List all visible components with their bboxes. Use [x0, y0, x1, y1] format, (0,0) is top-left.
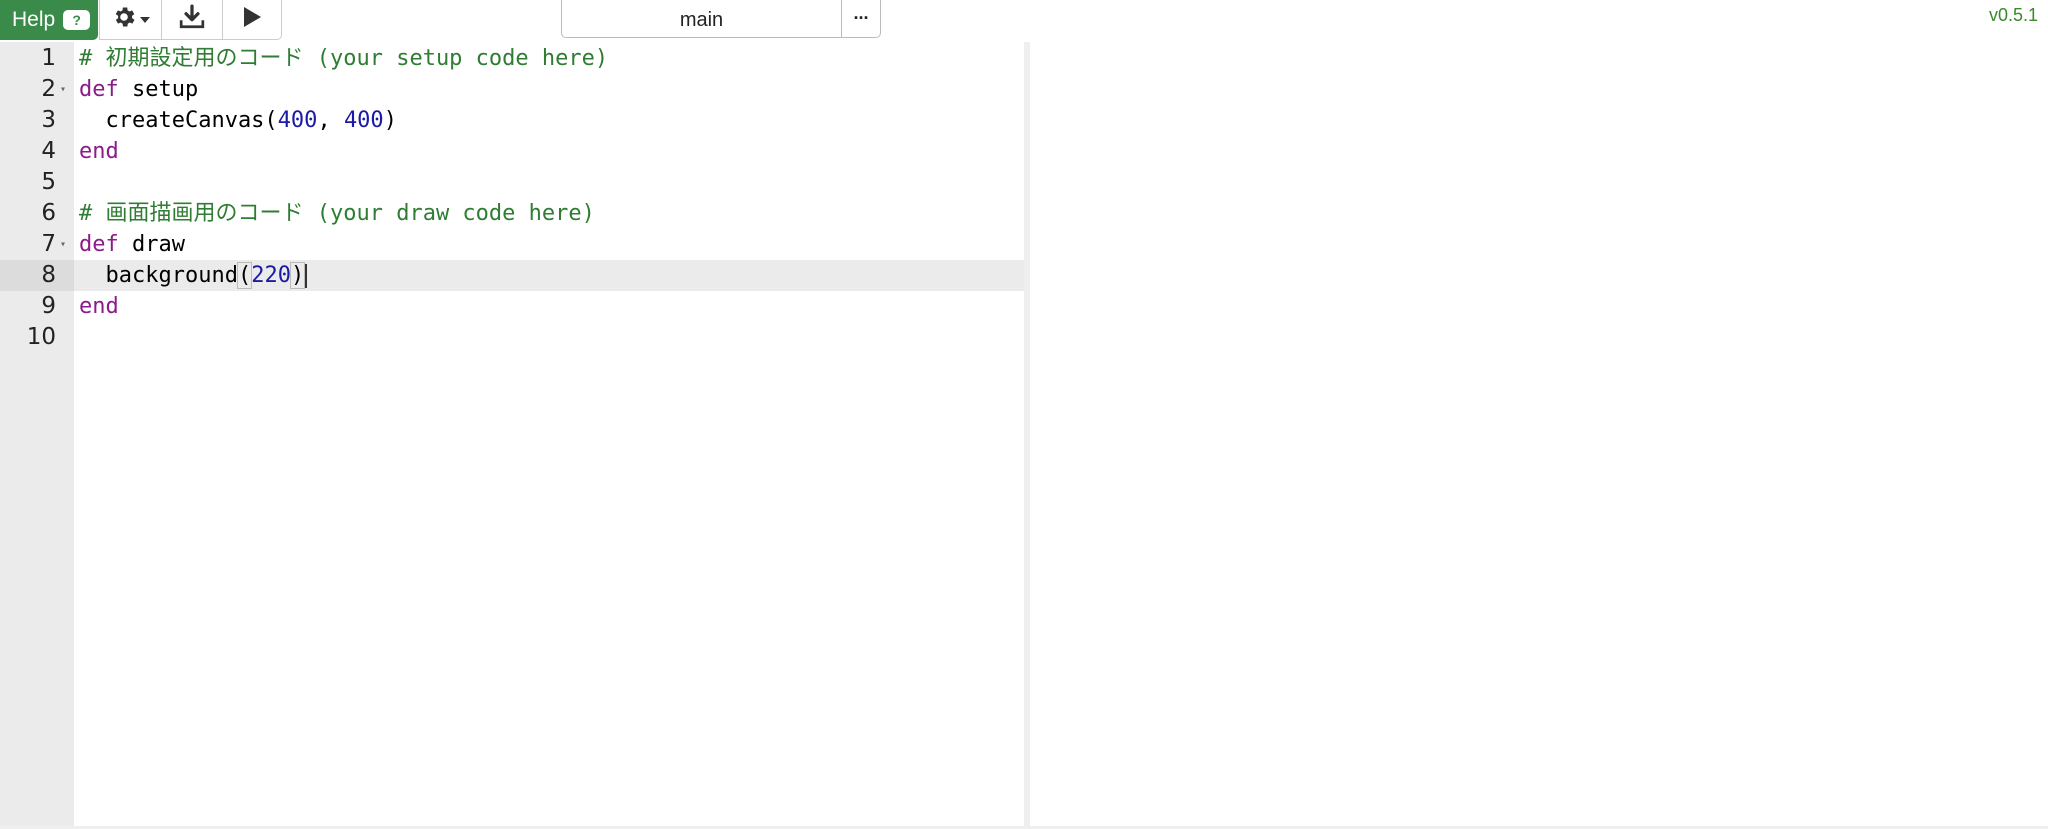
run-button[interactable]	[222, 0, 282, 40]
preview-canvas-area[interactable]	[1030, 42, 2048, 829]
file-tab-main[interactable]: main	[561, 0, 842, 38]
code-token: createCanvas(	[79, 108, 278, 133]
code-text: # 画面描画用のコード (your draw code here)	[79, 198, 595, 229]
code-token: end	[79, 139, 119, 164]
download-icon	[179, 4, 205, 35]
code-token: 400	[277, 108, 318, 133]
help-label: Help	[12, 8, 56, 31]
more-options-button[interactable]: ···	[841, 0, 881, 38]
code-token: ,	[317, 108, 344, 133]
play-icon	[242, 6, 262, 33]
line-number: 5	[41, 169, 56, 195]
line-number: 1	[41, 45, 56, 71]
code-token: def	[79, 232, 119, 257]
text-cursor	[305, 264, 308, 288]
chevron-down-icon	[140, 11, 150, 29]
gear-icon	[111, 4, 137, 35]
code-text: end	[79, 291, 119, 322]
code-line[interactable]: 10	[0, 322, 1024, 353]
code-token: # 画面描画用のコード (your draw code here)	[79, 201, 595, 226]
line-number: 9	[41, 293, 56, 319]
toolbar: Help ? main ··· v0.5.1	[0, 0, 2048, 42]
code-text: def setup	[79, 74, 198, 105]
line-number: 10	[26, 324, 56, 350]
code-line[interactable]: 3 createCanvas(400, 400)	[0, 105, 1024, 136]
code-text: background(220)	[79, 260, 308, 291]
code-text: createCanvas(400, 400)	[79, 105, 397, 136]
code-token: end	[79, 294, 119, 319]
line-number: 8	[0, 260, 74, 291]
code-token: setup	[118, 77, 199, 102]
line-number: 4	[41, 138, 56, 164]
code-line[interactable]: 9 end	[0, 291, 1024, 322]
download-button[interactable]	[161, 0, 223, 40]
code-token: # 初期設定用のコード (your setup code here)	[79, 46, 609, 71]
code-text: end	[79, 136, 119, 167]
code-line[interactable]: 6 # 画面描画用のコード (your draw code here)	[0, 198, 1024, 229]
code-text: def draw	[79, 229, 185, 260]
code-line[interactable]: 2 ▾ def setup	[0, 74, 1024, 105]
fold-toggle-icon[interactable]: ▾	[60, 74, 70, 105]
version-label: v0.5.1	[1988, 5, 2038, 25]
code-token: background	[79, 263, 238, 288]
code-token: (	[236, 262, 253, 289]
code-token: 220	[251, 263, 291, 288]
code-token: )	[289, 262, 306, 289]
help-badge: ?	[63, 10, 91, 30]
code-line[interactable]: 5	[0, 167, 1024, 198]
fold-toggle-icon[interactable]: ▾	[60, 229, 70, 260]
settings-button[interactable]	[99, 0, 162, 40]
code-editor[interactable]: 1 # 初期設定用のコード (your setup code here) 2 ▾ def…	[0, 42, 1024, 829]
line-number: 6	[41, 200, 56, 226]
code-token: )	[383, 108, 397, 133]
code-line[interactable]: 1 # 初期設定用のコード (your setup code here)	[0, 43, 1024, 74]
code-token: def	[79, 77, 119, 102]
line-number: 3	[41, 107, 56, 133]
code-line[interactable]: 8 background(220)	[0, 260, 1024, 291]
help-button[interactable]: Help ?	[0, 0, 98, 40]
code-token: 400	[343, 108, 384, 133]
code-text: # 初期設定用のコード (your setup code here)	[79, 43, 608, 74]
code-line[interactable]: 4 end	[0, 136, 1024, 167]
code-token: draw	[118, 232, 185, 257]
code-line[interactable]: 7 ▾ def draw	[0, 229, 1024, 260]
